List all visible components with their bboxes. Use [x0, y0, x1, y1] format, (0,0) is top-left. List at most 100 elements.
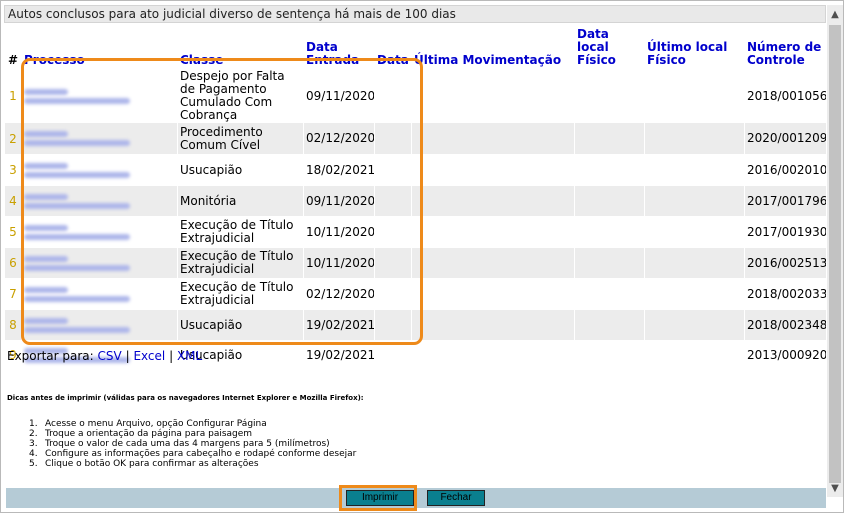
redacted-text — [24, 162, 68, 169]
ultima-movimentacao-cell — [411, 309, 575, 341]
list-item: 3. Troque o valor de cada uma das 4 marge… — [29, 439, 356, 449]
data-local-fisico-cell — [574, 340, 645, 370]
numero-controle-cell: 2020/001209 — [744, 122, 827, 155]
list-item: 1. Acesse o menu Arquivo, opção Configura… — [29, 419, 356, 429]
table-row: 3 Usucapião 18/02/2021 2016/002010 — [4, 154, 827, 186]
redacted-text — [24, 224, 68, 231]
close-button[interactable]: Fechar — [427, 490, 485, 506]
results-table: # Processo Classe Data Entrada Data Últi… — [4, 27, 827, 370]
processo-link[interactable] — [21, 122, 178, 155]
col-ultimo-local-fisico[interactable]: Último local Físico — [644, 27, 745, 70]
redacted-text — [24, 193, 68, 200]
data-entrada-cell: 19/02/2021 — [303, 309, 375, 341]
tip-number: 5. — [29, 459, 38, 469]
tip-text: Troque o valor de cada uma das 4 margens… — [45, 439, 330, 449]
data-entrada-cell: 09/11/2020 — [303, 69, 375, 123]
row-index[interactable]: 3 — [4, 154, 22, 186]
row-index[interactable]: 5 — [4, 216, 22, 248]
tip-text: Acesse o menu Arquivo, opção Configurar … — [45, 419, 267, 429]
numero-controle-cell: 2018/001056 — [744, 69, 827, 123]
row-index[interactable]: 8 — [4, 309, 22, 341]
data-entrada-cell: 02/12/2020 — [303, 122, 375, 155]
ultimo-local-fisico-cell — [644, 309, 745, 341]
table-row: 5 Execução de Título Extrajudicial 10/11/2… — [4, 216, 827, 248]
ultimo-local-fisico-cell — [644, 69, 745, 123]
col-data[interactable]: Data — [374, 27, 412, 70]
data-local-fisico-cell — [574, 309, 645, 341]
classe-cell: Procedimento Comum Cível — [177, 122, 304, 155]
data-cell — [374, 309, 412, 341]
data-cell — [374, 185, 412, 217]
data-entrada-cell: 10/11/2020 — [303, 247, 375, 279]
redacted-text — [24, 317, 68, 324]
classe-cell: Despejo por Falta de Pagamento Cumulado … — [177, 69, 304, 123]
row-index[interactable]: 1 — [4, 69, 22, 123]
processo-link[interactable] — [21, 278, 178, 310]
redacted-text — [24, 140, 130, 146]
tip-number: 3. — [29, 439, 38, 449]
redacted-text — [24, 131, 68, 137]
report-window: Autos conclusos para ato judicial divers… — [0, 0, 844, 513]
col-hash: # — [4, 27, 22, 70]
redacted-text — [24, 202, 130, 209]
table-row: 2 Procedimento Comum Cível 02/12/2020 2020/… — [4, 122, 827, 155]
data-cell — [374, 278, 412, 310]
scroll-thumb[interactable] — [829, 25, 841, 483]
export-csv-link[interactable]: CSV — [98, 349, 122, 363]
ultimo-local-fisico-cell — [644, 185, 745, 217]
table-row: 6 Execução de Título Extrajudicial 10/11/2… — [4, 247, 827, 279]
ultimo-local-fisico-cell — [644, 278, 745, 310]
list-item: 4. Configure as informações para cabeçalh… — [29, 449, 356, 459]
data-local-fisico-cell — [574, 122, 645, 155]
tip-text: Troque a orientação da página para paisa… — [45, 429, 253, 439]
col-numero-controle[interactable]: Número de Controle — [744, 27, 827, 70]
processo-link[interactable] — [21, 309, 178, 341]
row-index[interactable]: 2 — [4, 122, 22, 155]
data-local-fisico-cell — [574, 247, 645, 279]
data-cell — [374, 340, 412, 370]
scroll-down-icon[interactable]: ▼ — [827, 481, 843, 497]
data-entrada-cell: 10/11/2020 — [303, 216, 375, 248]
col-data-entrada[interactable]: Data Entrada — [303, 27, 375, 70]
numero-controle-cell: 2018/002348 — [744, 309, 827, 341]
row-index[interactable]: 6 — [4, 247, 22, 279]
redacted-text — [24, 97, 130, 104]
row-index[interactable]: 4 — [4, 185, 22, 217]
col-classe[interactable]: Classe — [177, 27, 304, 70]
export-excel-link[interactable]: Excel — [133, 349, 165, 363]
export-separator: | — [169, 349, 174, 363]
processo-link[interactable] — [21, 216, 178, 248]
button-bar: Imprimir Fechar — [6, 488, 826, 508]
ultimo-local-fisico-cell — [644, 216, 745, 248]
export-bar: Exportar para: CSV | Excel | XML — [7, 349, 202, 363]
export-label: Exportar para: — [7, 349, 94, 363]
redacted-text — [24, 295, 130, 302]
processo-link[interactable] — [21, 247, 178, 279]
print-button[interactable]: Imprimir — [346, 490, 414, 506]
processo-link[interactable] — [21, 154, 178, 186]
data-cell — [374, 247, 412, 279]
processo-link[interactable] — [21, 185, 178, 217]
numero-controle-cell: 2013/000920 — [744, 340, 827, 370]
list-item: 5. Clique o botão OK para confirmar as al… — [29, 459, 356, 469]
export-separator: | — [125, 349, 130, 363]
table-row: 1 Despejo por Falta de Pagamento Cumulado… — [4, 69, 827, 123]
processo-link[interactable] — [21, 69, 178, 123]
numero-controle-cell: 2016/002010 — [744, 154, 827, 186]
redacted-text — [24, 233, 130, 240]
data-local-fisico-cell — [574, 69, 645, 123]
ultimo-local-fisico-cell — [644, 122, 745, 155]
ultima-movimentacao-cell — [411, 216, 575, 248]
col-ultima-movimentacao[interactable]: Última Movimentação — [411, 27, 575, 70]
export-xml-link[interactable]: XML — [177, 349, 202, 363]
redacted-text — [24, 326, 130, 333]
vertical-scrollbar[interactable]: ▲ ▼ — [827, 5, 843, 497]
col-processo[interactable]: Processo — [21, 27, 178, 70]
tip-number: 1. — [29, 419, 38, 429]
col-data-local-fisico[interactable]: Data local Físico — [574, 27, 645, 70]
row-index[interactable]: 7 — [4, 278, 22, 310]
data-cell — [374, 122, 412, 155]
scroll-up-icon[interactable]: ▲ — [827, 7, 843, 23]
data-entrada-cell: 02/12/2020 — [303, 278, 375, 310]
data-cell — [374, 216, 412, 248]
